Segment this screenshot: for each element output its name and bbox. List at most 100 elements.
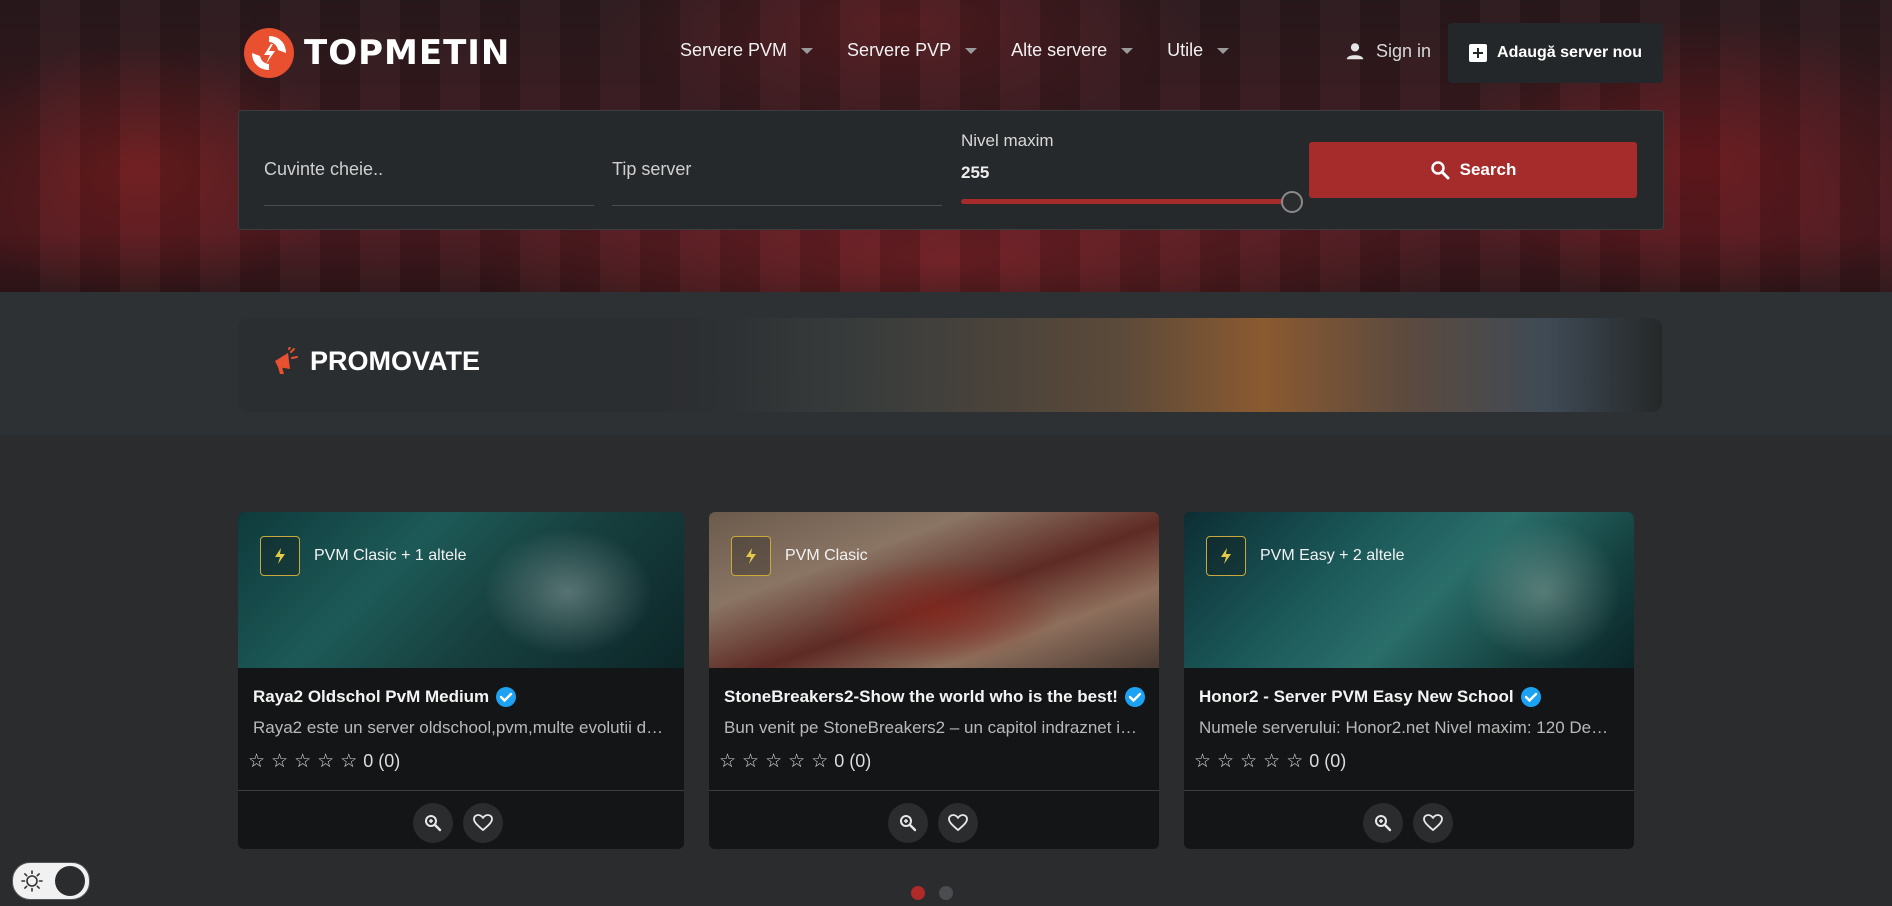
nav-label: Alte servere [1011,40,1108,60]
verified-badge-icon [496,687,517,707]
view-details-button[interactable] [1363,803,1403,843]
slider-thumb[interactable] [1281,191,1303,213]
star-icon[interactable]: ☆ [742,750,759,773]
logo[interactable]: TOPMETIN [244,28,510,78]
logo-text: TOPMETIN [304,33,511,73]
star-icon[interactable]: ☆ [1240,750,1257,773]
search-panel: Cuvinte cheie.. Tip server Nivel maxim 2… [238,110,1664,230]
user-icon [1346,43,1364,60]
card-footer [1184,790,1634,849]
server-type-placeholder: Tip server [612,159,692,179]
star-icon[interactable]: ☆ [248,750,265,773]
nav-label: Servere PVP [847,40,952,60]
server-title[interactable]: StoneBreakers2-Show the world who is the… [724,686,1146,708]
server-description: Numele serverului: Honor2.net Nivel maxi… [1199,718,1614,737]
server-tag: PVM Easy + 2 altele [1206,536,1405,576]
star-icon[interactable]: ☆ [294,750,311,773]
verified-badge-icon [1124,687,1145,707]
carousel-dot[interactable] [911,886,925,900]
star-icon[interactable]: ☆ [719,750,736,773]
rating-text: 0 (0) [834,751,872,771]
promo-title: PROMOVATE [310,346,481,376]
nav-label: Servere PVM [680,40,788,60]
nav-item-servere-pvm[interactable]: Servere PVM [680,40,814,61]
theme-toggle[interactable] [12,862,90,900]
zoom-in-icon [1375,815,1392,832]
heart-icon [948,814,968,832]
server-tag: PVM Clasic [731,536,868,576]
zoom-in-icon [425,815,442,832]
star-icon[interactable]: ☆ [765,750,782,773]
bolt-icon [731,536,771,576]
zoom-in-icon [900,815,917,832]
logo-icon [244,28,294,78]
card-footer [238,790,684,849]
sign-in-link[interactable]: Sign in [1344,40,1431,62]
tag-label: PVM Easy + 2 altele [1260,547,1405,564]
nav-item-utile[interactable]: Utile [1167,40,1230,61]
favorite-button[interactable] [938,803,978,843]
carousel-pagination [911,886,953,900]
keywords-input[interactable]: Cuvinte cheie.. [264,111,594,206]
star-icon[interactable]: ☆ [317,750,334,773]
server-banner-image: PVM Clasic + 1 altele [238,512,684,668]
nav-item-alte-servere[interactable]: Alte servere [1011,40,1134,61]
sign-in-label: Sign in [1376,40,1432,61]
server-card[interactable]: PVM Clasic StoneBreakers2-Show the world… [709,512,1159,849]
main-nav: Servere PVM Servere PVP Alte servere Uti… [680,40,1230,61]
heart-icon [473,814,493,832]
search-button[interactable]: Search [1309,142,1637,198]
rating-text: 0 (0) [1309,751,1347,771]
bolt-icon [260,536,300,576]
heart-icon [1423,814,1443,832]
max-level-value: 255 [961,163,990,182]
verified-badge-icon [1520,687,1541,707]
server-banner-image: PVM Easy + 2 altele [1184,512,1634,668]
server-title[interactable]: Honor2 - Server PVM Easy New School [1199,686,1542,708]
bolt-icon [1206,536,1246,576]
star-icon[interactable]: ☆ [1217,750,1234,773]
tag-label: PVM Clasic [785,547,868,564]
card-footer [709,790,1159,849]
star-icon[interactable]: ☆ [811,750,828,773]
rating: ☆ ☆ ☆ ☆ ☆ 0 (0) [719,750,871,773]
carousel-dot[interactable] [939,886,953,900]
star-icon[interactable]: ☆ [1263,750,1280,773]
server-description: Raya2 este un server oldschool,pvm,multe… [253,718,668,737]
nav-label: Utile [1167,40,1204,60]
favorite-button[interactable] [1413,803,1453,843]
max-level-label: Nivel maxim [961,131,1054,150]
promo-heading: PROMOVATE [270,346,480,377]
view-details-button[interactable] [413,803,453,843]
server-banner-image: PVM Clasic [709,512,1159,668]
tag-label: PVM Clasic + 1 altele [314,547,467,564]
favorite-button[interactable] [463,803,503,843]
star-icon[interactable]: ☆ [1286,750,1303,773]
promo-banner: PROMOVATE [238,318,1662,412]
star-icon[interactable]: ☆ [340,750,357,773]
rating: ☆ ☆ ☆ ☆ ☆ 0 (0) [248,750,400,773]
view-details-button[interactable] [888,803,928,843]
server-card[interactable]: PVM Clasic + 1 altele Raya2 Oldschol PvM… [238,512,684,849]
server-tag: PVM Clasic + 1 altele [260,536,467,576]
server-description: Bun venit pe StoneBreakers2 – un capitol… [724,718,1139,737]
search-button-label: Search [1459,160,1517,179]
search-icon [1430,161,1450,180]
toggle-knob [55,866,85,896]
star-icon[interactable]: ☆ [271,750,288,773]
promo-section: PROMOVATE [0,292,1892,435]
max-level-slider[interactable] [961,199,1291,204]
add-server-button[interactable]: Adaugă server nou [1448,23,1663,83]
megaphone-icon [275,346,298,374]
caret-down-icon [801,47,814,54]
server-card[interactable]: PVM Easy + 2 altele Honor2 - Server PVM … [1184,512,1634,849]
server-title[interactable]: Raya2 Oldschol PvM Medium [253,686,517,708]
nav-item-servere-pvp[interactable]: Servere PVP [847,40,978,61]
star-icon[interactable]: ☆ [1194,750,1211,773]
plus-square-icon [1469,44,1488,62]
star-icon[interactable]: ☆ [788,750,805,773]
caret-down-icon [1121,47,1134,54]
hero-section: TOPMETIN Servere PVM Servere PVP Alte se… [0,0,1892,292]
sun-icon [21,870,43,892]
server-type-select[interactable]: Tip server [612,111,942,206]
